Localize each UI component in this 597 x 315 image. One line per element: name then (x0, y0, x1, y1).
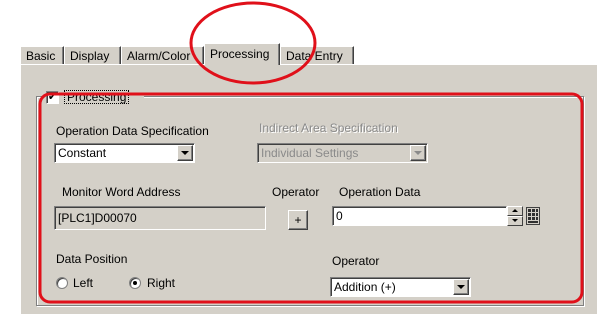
tab-processing[interactable]: Processing (204, 43, 280, 65)
processing-checkbox-container[interactable]: ✔ Processing (44, 89, 144, 105)
indirect-area-spec-label: Indirect Area Specification (259, 121, 398, 135)
processing-checkbox-label: Processing (64, 90, 130, 104)
radio-left-label: Left (73, 276, 94, 290)
spin-up-icon[interactable] (507, 206, 523, 216)
tab-alarm-color[interactable]: Alarm/Color (121, 46, 204, 64)
operator-label: Operator (272, 185, 320, 199)
chevron-down-icon[interactable] (453, 279, 469, 295)
operation-data-label: Operation Data (339, 185, 421, 199)
operator-select-value: Addition (+) (334, 280, 396, 294)
radio-right-button[interactable] (129, 277, 141, 289)
monitor-word-address-label: Monitor Word Address (62, 185, 181, 199)
tab-data-entry[interactable]: Data Entry (280, 46, 354, 64)
indirect-area-spec-select: Individual Settings (257, 143, 428, 163)
operator-plus-button[interactable]: + (288, 210, 308, 230)
operator-select[interactable]: Addition (+) (330, 277, 471, 297)
chevron-down-icon[interactable] (177, 145, 193, 161)
keypad-icon[interactable] (526, 207, 540, 225)
radio-right-label: Right (147, 276, 176, 290)
tab-basic[interactable]: Basic (20, 46, 64, 64)
indirect-area-spec-value: Individual Settings (261, 146, 359, 160)
radio-left[interactable]: Left (56, 275, 116, 291)
operation-data-spec-value: Constant (58, 146, 107, 160)
monitor-word-address-value: [PLC1]D00070 (58, 211, 137, 225)
tab-display[interactable]: Display (64, 46, 121, 64)
monitor-word-address-field: [PLC1]D00070 (54, 206, 266, 230)
check-mark-icon: ✔ (47, 91, 58, 103)
operator-bottom-label: Operator (332, 254, 380, 268)
chevron-down-icon (410, 145, 426, 161)
operation-data-spinner[interactable] (507, 206, 523, 226)
data-position-label: Data Position (56, 252, 128, 266)
operator-plus-value: + (294, 213, 302, 227)
processing-checkbox[interactable]: ✔ (46, 91, 59, 104)
operation-data-spec-label: Operation Data Specification (56, 124, 209, 138)
keypad-glyph (526, 207, 540, 225)
radio-selected-dot (133, 281, 137, 285)
spin-down-icon[interactable] (507, 216, 523, 226)
radio-right[interactable]: Right (129, 275, 189, 291)
operation-data-input[interactable]: 0 (332, 206, 507, 226)
operation-data-spec-select[interactable]: Constant (54, 143, 195, 163)
radio-left-button[interactable] (56, 277, 68, 289)
operation-data-value: 0 (336, 209, 343, 223)
